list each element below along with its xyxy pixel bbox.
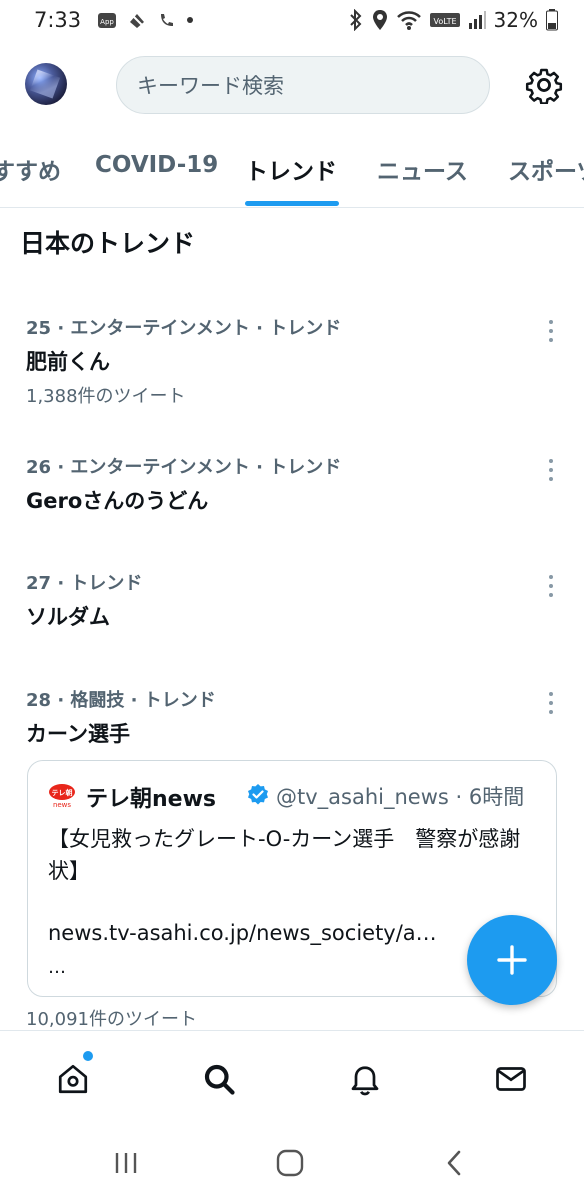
bluetooth-icon — [348, 9, 364, 31]
trend-item[interactable]: 27 · トレンド ソルダム — [0, 567, 584, 647]
trend-tweet-count: 10,091件のツイート — [26, 1009, 197, 1030]
trend-meta: 26 · エンターテインメント · トレンド — [26, 457, 342, 478]
app-icon: App — [97, 10, 117, 30]
bell-icon[interactable] — [345, 1059, 385, 1099]
top-header: キーワード検索 — [0, 48, 584, 122]
volte-text: VoLTE — [433, 17, 456, 26]
tab-covid[interactable]: COVID-19 — [95, 152, 218, 178]
trend-meta: 27 · トレンド — [26, 573, 143, 594]
home-icon[interactable] — [53, 1059, 93, 1099]
trend-name: カーン選手 — [26, 722, 130, 746]
logo-text: テレ朝 — [52, 788, 73, 797]
tweet-handle-time: @tv_asahi_news · 6時間 — [276, 785, 525, 809]
trend-item[interactable]: 25 · エンターテインメント · トレンド 肥前くん 1,388件のツイート — [0, 312, 584, 422]
android-nav-bar — [0, 1120, 584, 1200]
trend-name: Geroさんのうどん — [26, 489, 209, 513]
do-not-disturb-icon — [127, 10, 147, 30]
trend-name: ソルダム — [26, 605, 110, 629]
trend-meta: 28 · 格闘技 · トレンド — [26, 690, 216, 711]
back-icon[interactable] — [434, 1146, 474, 1180]
mail-icon[interactable] — [491, 1059, 531, 1099]
recents-icon[interactable] — [106, 1146, 146, 1180]
trend-name: 肥前くん — [26, 350, 110, 374]
section-title: 日本のトレンド — [20, 229, 196, 258]
verified-badge-icon — [246, 783, 270, 807]
logo-sub-text: news — [53, 801, 71, 809]
search-placeholder: キーワード検索 — [137, 74, 284, 98]
tweet-account-name: テレ朝news — [86, 787, 217, 812]
tweet-body: 【女児救ったグレート-O-カーン選手 警察が感謝状】 — [48, 827, 521, 883]
search-icon[interactable] — [199, 1059, 239, 1099]
plus-icon — [497, 945, 527, 975]
trend-tweet-count: 1,388件のツイート — [26, 386, 186, 407]
tab-recommended[interactable]: すすめ — [0, 152, 61, 186]
tv-asahi-logo: テレ朝 news — [48, 783, 76, 809]
explore-tabs: すすめ COVID-19 トレンド ニュース スポーツ — [0, 142, 584, 208]
wifi-icon — [396, 9, 422, 31]
volte-icon: VoLTE — [429, 11, 460, 29]
trend-meta: 25 · エンターテインメント · トレンド — [26, 318, 342, 339]
more-options-icon[interactable] — [540, 457, 562, 483]
status-bar: 7:33 App VoLTE 32% — [0, 0, 584, 40]
trend-item[interactable]: 26 · エンターテインメント · トレンド Geroさんのうどん — [0, 451, 584, 531]
active-tab-indicator — [245, 201, 339, 206]
gear-icon[interactable] — [525, 66, 563, 105]
app-badge-text: App — [100, 18, 114, 26]
status-time: 7:33 — [34, 8, 82, 32]
bottom-nav — [0, 1030, 584, 1120]
tweet-ellipsis: … — [48, 957, 66, 978]
tab-trends[interactable]: トレンド — [245, 152, 337, 186]
dot-icon — [187, 17, 194, 23]
trend-item[interactable]: 28 · 格闘技 · トレンド カーン選手 — [0, 684, 584, 764]
wifi-call-icon — [157, 10, 177, 30]
location-icon — [372, 9, 388, 31]
battery-percent: 32% — [493, 8, 538, 32]
battery-icon — [546, 9, 558, 31]
tab-sports[interactable]: スポーツ — [508, 152, 584, 186]
tab-news[interactable]: ニュース — [377, 152, 468, 186]
more-options-icon[interactable] — [540, 573, 562, 599]
more-options-icon[interactable] — [540, 318, 562, 344]
avatar[interactable] — [25, 63, 67, 105]
more-options-icon[interactable] — [540, 690, 562, 716]
tweet-link[interactable]: news.tv-asahi.co.jp/news_society/a… — [48, 921, 437, 945]
home-button-icon[interactable] — [270, 1146, 310, 1180]
notification-dot — [83, 1051, 93, 1061]
search-input[interactable]: キーワード検索 — [116, 56, 490, 114]
signal-icon — [468, 10, 486, 30]
compose-button[interactable] — [467, 915, 557, 1005]
